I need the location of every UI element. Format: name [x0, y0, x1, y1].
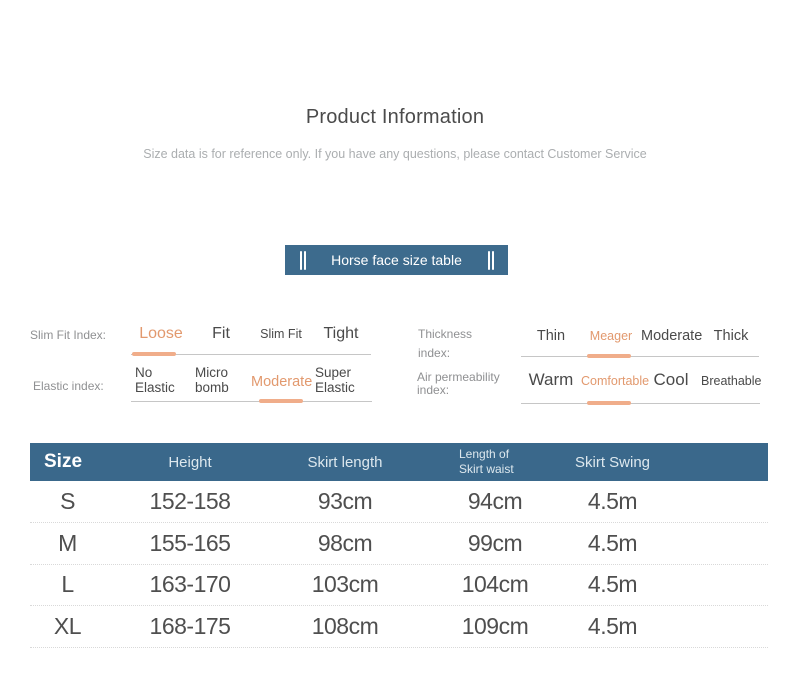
column-header-skirt-length: Skirt length — [275, 454, 415, 471]
option-warm: Warm — [521, 370, 581, 390]
cell-size: L — [30, 571, 105, 598]
cell-skirt-waist: 94cm — [415, 488, 575, 515]
cell-skirt-length: 103cm — [275, 571, 415, 598]
option-moderate: Moderate — [251, 374, 311, 390]
option-meager: Meager — [581, 329, 641, 343]
elastic-index-track — [131, 401, 372, 402]
option-micro-bomb: Micro bomb — [191, 366, 251, 396]
option-slim-fit: Slim Fit — [251, 327, 311, 341]
cell-height: 152-158 — [105, 488, 275, 515]
table-row: M 155-165 98cm 99cm 4.5m — [30, 523, 768, 565]
air-permeability-index-label: Air permeability index: — [417, 371, 535, 397]
slim-fit-options: Loose Fit Slim Fit Tight — [131, 325, 371, 343]
column-header-size: Size — [30, 451, 105, 473]
cell-skirt-length: 93cm — [275, 488, 415, 515]
cell-skirt-waist: 104cm — [415, 571, 575, 598]
product-information-panel: Product Information Size data is for ref… — [0, 0, 790, 691]
cell-skirt-swing: 4.5m — [575, 571, 650, 598]
column-header-height: Height — [105, 454, 275, 471]
option-cool: Cool — [641, 370, 701, 390]
cell-height: 163-170 — [105, 571, 275, 598]
banner-label: Horse face size table — [331, 252, 462, 268]
option-moderate: Moderate — [641, 328, 701, 344]
air-permeability-index-track — [521, 403, 760, 404]
thickness-index-label: Thickness index: — [418, 325, 500, 362]
cell-skirt-length: 108cm — [275, 613, 415, 640]
elastic-options: No Elastic Micro bomb Moderate Super Ela… — [131, 366, 371, 397]
cell-skirt-length: 98cm — [275, 530, 415, 557]
cell-size: S — [30, 488, 105, 515]
cell-skirt-swing: 4.5m — [575, 530, 650, 557]
table-row: S 152-158 93cm 94cm 4.5m — [30, 482, 768, 524]
option-comfortable: Comfortable — [581, 374, 641, 388]
cell-skirt-swing: 4.5m — [575, 488, 650, 515]
double-bar-icon — [300, 251, 306, 270]
active-indicator — [259, 399, 303, 403]
cell-skirt-waist: 109cm — [415, 613, 575, 640]
thickness-index-track — [521, 356, 759, 357]
thickness-options: Thin Meager Moderate Thick — [521, 328, 761, 344]
cell-height: 168-175 — [105, 613, 275, 640]
active-indicator — [587, 401, 631, 405]
option-tight: Tight — [311, 325, 371, 343]
page-title: Product Information — [0, 106, 790, 129]
column-header-skirt-swing: Skirt Swing — [575, 454, 650, 471]
option-thin: Thin — [521, 328, 581, 344]
option-thick: Thick — [701, 328, 761, 344]
table-row: L 163-170 103cm 104cm 4.5m — [30, 565, 768, 607]
cell-height: 155-165 — [105, 530, 275, 557]
option-fit: Fit — [191, 325, 251, 343]
size-table-header: Size Height Skirt length Length of Skirt… — [30, 443, 768, 481]
column-header-skirt-waist: Length of Skirt waist — [415, 447, 575, 477]
option-loose: Loose — [131, 325, 191, 343]
option-no-elastic: No Elastic — [131, 366, 191, 396]
elastic-index-label: Elastic index: — [33, 379, 104, 393]
option-breathable: Breathable — [701, 374, 761, 388]
table-row: XL 168-175 108cm 109cm 4.5m — [30, 606, 768, 648]
cell-size: XL — [30, 613, 105, 640]
cell-skirt-swing: 4.5m — [575, 613, 650, 640]
option-super-elastic: Super Elastic — [311, 366, 371, 396]
air-permeability-options: Warm Comfortable Cool Breathable — [521, 370, 761, 390]
cell-size: M — [30, 530, 105, 557]
double-bar-icon — [488, 251, 494, 270]
slim-fit-index-track — [131, 354, 371, 355]
active-indicator — [132, 352, 176, 356]
disclaimer-text: Size data is for reference only. If you … — [0, 147, 790, 161]
size-table-banner: Horse face size table — [285, 245, 508, 275]
cell-skirt-waist: 99cm — [415, 530, 575, 557]
slim-fit-index-label: Slim Fit Index: — [30, 328, 106, 342]
active-indicator — [587, 354, 631, 358]
